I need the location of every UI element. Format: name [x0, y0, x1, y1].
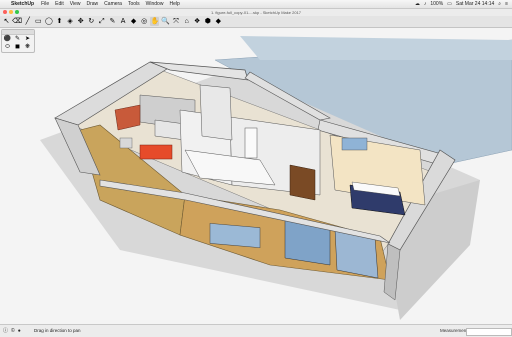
menu-file[interactable]: File — [38, 0, 52, 8]
menu-bar: SketchUp File Edit View Draw Camera Tool… — [0, 0, 512, 9]
window-title: 1. figure-full_copy-01-...skp - SketchUp… — [0, 9, 512, 16]
measurements-field[interactable] — [466, 328, 512, 336]
materials-icon[interactable]: ❋ — [23, 44, 32, 51]
rotate-tool-icon[interactable]: ↻ — [87, 17, 96, 26]
text-tool-icon[interactable]: A — [119, 17, 128, 26]
search-icon[interactable]: ⌕ — [498, 0, 501, 8]
info-icon[interactable]: ⓘ — [3, 325, 8, 337]
door — [244, 127, 258, 159]
floating-tool-palette: ⚫ ✎ ➤ ⬭ ◼ ❋ — [1, 29, 35, 53]
pushpull-tool-icon[interactable]: ⬆ — [55, 17, 64, 26]
toolbar: ↖ ⌫ ╱ ▭ ◯ ⬆ ◈ ✥ ↻ ⤢ ✎ A ◆ ◎ ✋ 🔍 ⤧ ⌂ ❖ ⬢ ◆ — [0, 16, 512, 28]
credit-icon[interactable]: © — [11, 325, 15, 337]
menu-edit[interactable]: Edit — [52, 0, 67, 8]
ruby-tool-icon[interactable]: ◆ — [214, 17, 223, 26]
menu-view[interactable]: View — [67, 0, 84, 8]
house-model — [40, 36, 512, 320]
bedroom-window — [341, 137, 368, 151]
eraser-tool-icon[interactable]: ⌫ — [12, 17, 22, 26]
lot-plane-back — [240, 36, 512, 60]
rectangle-tool-icon[interactable]: ▭ — [34, 17, 43, 26]
list-icon[interactable]: ≡ — [505, 0, 508, 8]
tape-tool-icon[interactable]: ✎ — [108, 17, 117, 26]
zoom-tool-icon[interactable]: 🔍 — [161, 17, 170, 26]
menu-camera[interactable]: Camera — [101, 0, 125, 8]
orbit-tool-icon[interactable]: ◎ — [140, 17, 149, 26]
desk — [289, 164, 316, 201]
menu-draw[interactable]: Draw — [84, 0, 102, 8]
clock[interactable]: Sat Mar 24 14:14 — [456, 0, 494, 8]
warehouse-tool-icon[interactable]: ⌂ — [182, 17, 191, 26]
styles-icon[interactable]: ⚫ — [3, 36, 12, 43]
close-window-button[interactable] — [3, 10, 7, 14]
circle-tool-icon[interactable]: ◯ — [44, 17, 53, 26]
select-tool-icon[interactable]: ↖ — [2, 17, 11, 26]
window-front — [209, 223, 261, 249]
user-icon[interactable]: ● — [18, 325, 21, 337]
window-controls — [3, 10, 19, 14]
volume-icon[interactable]: ♪ — [424, 0, 427, 8]
zoom-window-button[interactable] — [15, 10, 19, 14]
paint-tool-icon[interactable]: ◆ — [129, 17, 138, 26]
status-hint: Drag in direction to pan — [34, 328, 81, 333]
model-viewport[interactable] — [0, 28, 512, 324]
offset-tool-icon[interactable]: ◈ — [66, 17, 75, 26]
battery-icon[interactable]: ▭ — [447, 0, 452, 8]
solid-icon[interactable]: ◼ — [13, 44, 22, 51]
menu-tools[interactable]: Tools — [125, 0, 143, 8]
zoom-extents-tool-icon[interactable]: ⤧ — [172, 17, 181, 26]
shape-icon[interactable]: ⬭ — [3, 44, 12, 51]
scale-tool-icon[interactable]: ⤢ — [97, 17, 106, 26]
components-tool-icon[interactable]: ❖ — [193, 17, 202, 26]
minimize-window-button[interactable] — [9, 10, 13, 14]
dining-table — [139, 144, 173, 160]
extension-tool-icon[interactable]: ⬢ — [203, 17, 212, 26]
status-bar: ⓘ © ● Drag in direction to pan Measureme… — [0, 324, 512, 337]
menu-window[interactable]: Window — [143, 0, 167, 8]
move-tool-icon[interactable]: ✥ — [76, 17, 85, 26]
line-tool-icon[interactable]: ╱ — [23, 17, 32, 26]
cloud-icon[interactable]: ☁ — [415, 0, 420, 8]
menu-help[interactable]: Help — [166, 0, 182, 8]
send-icon[interactable]: ➤ — [23, 36, 32, 43]
battery-percent[interactable]: 100% — [430, 0, 443, 8]
sketch-icon[interactable]: ✎ — [13, 36, 22, 43]
menu-app-name[interactable]: SketchUp — [10, 0, 38, 8]
pan-tool-icon[interactable]: ✋ — [150, 17, 160, 26]
